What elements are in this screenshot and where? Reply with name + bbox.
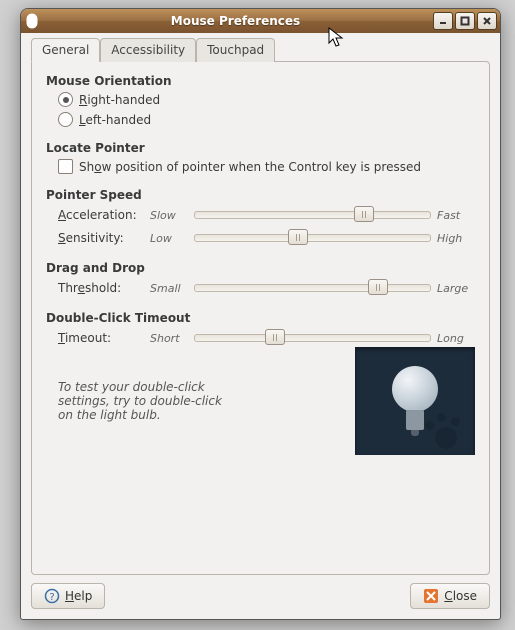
minimize-button[interactable] (433, 12, 453, 30)
radio-left-handed[interactable]: Left-handed (58, 112, 475, 127)
group-locate: Locate Pointer Show position of pointer … (46, 141, 475, 174)
radio-left-handed-indicator (58, 112, 73, 127)
titlebar[interactable]: Mouse Preferences (21, 9, 500, 33)
doubleclick-hint: To test your double-click settings, try … (58, 380, 228, 422)
accel-high-label: Fast (437, 209, 475, 222)
group-drag-drop: Drag and Drop Threshold: Small Large (46, 261, 475, 297)
timeout-low-label: Short (150, 332, 188, 345)
group-locate-title: Locate Pointer (46, 141, 475, 155)
close-icon (423, 588, 439, 604)
window-title: Mouse Preferences (40, 14, 431, 28)
checkbox-show-pointer-box (58, 159, 73, 174)
timeout-slider[interactable] (194, 334, 431, 342)
accel-slider[interactable] (194, 211, 431, 219)
timeout-high-label: Long (437, 332, 475, 345)
threshold-low-label: Small (150, 282, 188, 295)
tab-accessibility[interactable]: Accessibility (100, 38, 196, 62)
tabbar: General Accessibility Touchpad (31, 37, 490, 61)
group-doubleclick: Double-Click Timeout Timeout: Short Long… (46, 311, 475, 455)
sensitivity-label: Sensitivity: (58, 231, 144, 245)
radio-right-handed-indicator (58, 92, 73, 107)
dialog-footer: ? Help Close (31, 583, 490, 609)
group-pointer-speed-title: Pointer Speed (46, 188, 475, 202)
close-button[interactable]: Close (410, 583, 490, 609)
tab-touchpad[interactable]: Touchpad (196, 38, 275, 62)
help-button-label: Help (65, 589, 92, 603)
tabpanel-general: Mouse Orientation Right-handed Left-hand… (31, 61, 490, 575)
threshold-label: Threshold: (58, 281, 144, 295)
checkbox-show-pointer-label: Show position of pointer when the Contro… (79, 160, 421, 174)
group-orientation: Mouse Orientation Right-handed Left-hand… (46, 74, 475, 127)
sensitivity-low-label: Low (150, 232, 188, 245)
group-doubleclick-title: Double-Click Timeout (46, 311, 475, 325)
radio-right-handed[interactable]: Right-handed (58, 92, 475, 107)
checkbox-show-pointer[interactable]: Show position of pointer when the Contro… (58, 159, 475, 174)
help-button[interactable]: ? Help (31, 583, 105, 609)
lightbulb-icon (390, 366, 440, 436)
tab-general[interactable]: General (31, 38, 100, 62)
help-icon: ? (44, 588, 60, 604)
threshold-high-label: Large (437, 282, 475, 295)
svg-text:?: ? (49, 592, 54, 603)
window: Mouse Preferences General Accessibility … (20, 8, 501, 620)
sensitivity-slider[interactable] (194, 234, 431, 242)
sensitivity-high-label: High (437, 232, 475, 245)
maximize-button[interactable] (455, 12, 475, 30)
close-button-label: Close (444, 589, 477, 603)
mouse-app-icon (24, 13, 40, 29)
group-pointer-speed: Pointer Speed Acceleration: Slow Fast Se… (46, 188, 475, 247)
radio-right-handed-label: Right-handed (79, 93, 160, 107)
threshold-slider[interactable] (194, 284, 431, 292)
group-drag-drop-title: Drag and Drop (46, 261, 475, 275)
radio-left-handed-label: Left-handed (79, 113, 151, 127)
doubleclick-test-area[interactable] (355, 347, 475, 455)
accel-low-label: Slow (150, 209, 188, 222)
accel-label: Acceleration: (58, 208, 144, 222)
group-orientation-title: Mouse Orientation (46, 74, 475, 88)
workarea: General Accessibility Touchpad Mouse Ori… (21, 33, 500, 619)
close-window-button[interactable] (477, 12, 497, 30)
timeout-label: Timeout: (58, 331, 144, 345)
